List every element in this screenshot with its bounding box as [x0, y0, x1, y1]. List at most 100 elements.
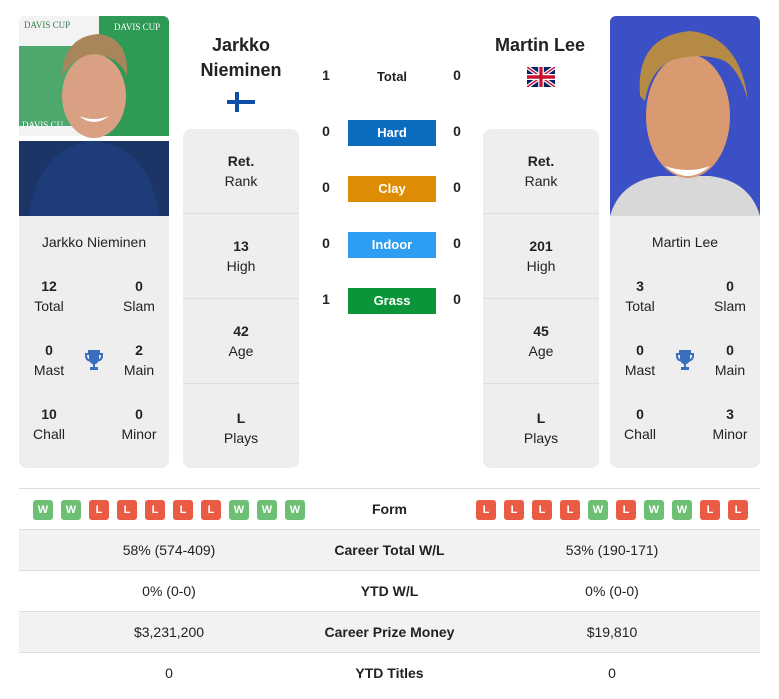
player2-form-badge-loss[interactable]: L [504, 499, 524, 520]
player2-form-badge-loss[interactable]: L [700, 499, 720, 520]
player1-form-badge-win[interactable]: W [285, 499, 305, 520]
svg-text:DAVIS CU: DAVIS CU [22, 120, 64, 130]
player1-form-badge-loss[interactable]: L [173, 499, 193, 520]
player2-form: LLLLWLWWLL [462, 489, 762, 530]
player2-form-badge-loss[interactable]: L [616, 499, 636, 520]
player1-career-wl: 58% (574-409) [122, 542, 216, 558]
player1-form-badge-loss[interactable]: L [201, 499, 221, 520]
h2h-total-p1: 1 [322, 67, 330, 83]
info-label: High [526, 258, 556, 274]
player2-age: 45 Age [483, 299, 599, 384]
player2-titles-chall: 0 Chall [610, 404, 670, 444]
player2-name[interactable]: Martin Lee [482, 33, 598, 58]
stat-label: Minor [121, 426, 157, 442]
trophy-icon [673, 348, 697, 372]
trophy-icon [82, 348, 106, 372]
player2-form-badge-loss[interactable]: L [728, 499, 748, 520]
stat-label: Main [714, 362, 746, 378]
player2-form-badge-win[interactable]: W [644, 499, 664, 520]
player1-titles-minor: 0 Minor [109, 404, 169, 444]
svg-text:DAVIS CUP: DAVIS CUP [24, 20, 70, 30]
stat-value: 12 [41, 278, 57, 294]
player1-form-badge-loss[interactable]: L [117, 499, 137, 520]
player1-card-name: Jarkko Nieminen [41, 234, 147, 250]
player1-high: 13 High [183, 214, 299, 299]
info-value: 42 [233, 323, 249, 339]
stat-label: Mast [624, 362, 656, 378]
info-label: Plays [223, 430, 259, 446]
prize-money-label: Career Prize Money [324, 624, 455, 640]
player1-form: WWLLLLLWWW [19, 489, 319, 530]
stat-label: Chall [624, 426, 656, 442]
player1-first-name: Jarkko [211, 35, 271, 55]
player2-high: 201 High [483, 214, 599, 299]
ytd-titles-row: 0 YTD Titles 0 [19, 652, 760, 693]
player1-form-badge-win[interactable]: W [229, 499, 249, 520]
player1-name[interactable]: Jarkko Nieminen [183, 33, 299, 83]
player2-titles-minor: 3 Minor [700, 404, 760, 444]
ytd-wl-row: 0% (0-0) YTD W/L 0% (0-0) [19, 570, 760, 611]
player2-ytd-titles: 0 [608, 665, 616, 681]
stat-value: 0 [45, 342, 53, 358]
surface-clay-button[interactable]: Clay [348, 176, 436, 202]
player1-form-badge-win[interactable]: W [33, 499, 53, 520]
united-kingdom-flag-icon [525, 65, 557, 89]
stat-value: 0 [726, 342, 734, 358]
career-wl-row: 58% (574-409) Career Total W/L 53% (190-… [19, 529, 760, 570]
player1-titles-total: 12 Total [19, 276, 79, 316]
player2-form-badge-win[interactable]: W [672, 499, 692, 520]
info-value: Ret. [227, 153, 255, 169]
player2-ytd-wl: 0% (0-0) [585, 583, 639, 599]
player1-form-badge-loss[interactable]: L [145, 499, 165, 520]
player1-form-badge-win[interactable]: W [61, 499, 81, 520]
player1-rank: Ret. Rank [183, 129, 299, 214]
player1-form-badge-loss[interactable]: L [89, 499, 109, 520]
player1-photo: DAVIS CUP DAVIS CUP DAVIS CU [19, 16, 169, 216]
form-row: WWLLLLLWWW Form LLLLWLWWLL [19, 488, 760, 529]
player2-titles-card: Martin Lee 3 Total 0 Slam 0 Mast 0 Main … [610, 216, 760, 468]
player1-titles-mast: 0 Mast [19, 340, 79, 380]
info-value: L [536, 410, 546, 426]
player2-form-badge-loss[interactable]: L [532, 499, 552, 520]
h2h-total-p2: 0 [453, 67, 461, 83]
h2h-clay-p1: 0 [322, 179, 330, 195]
career-wl-label: Career Total W/L [334, 542, 445, 558]
player1-titles-chall: 10 Chall [19, 404, 79, 444]
player2-form-badge-win[interactable]: W [588, 499, 608, 520]
form-label: Form [372, 501, 407, 517]
surface-grass-button[interactable]: Grass [348, 288, 436, 314]
h2h-hard-p1: 0 [322, 123, 330, 139]
player2-plays: L Plays [483, 384, 599, 469]
player1-form-badge-win[interactable]: W [257, 499, 277, 520]
info-label: Age [528, 343, 554, 359]
player2-titles-main: 0 Main [700, 340, 760, 380]
ytd-wl-label: YTD W/L [360, 583, 419, 599]
player1-prize-money: $3,231,200 [133, 624, 205, 640]
surface-indoor-button[interactable]: Indoor [348, 232, 436, 258]
stat-value: 0 [135, 406, 143, 422]
stat-label: Chall [33, 426, 65, 442]
stat-value: 0 [636, 342, 644, 358]
stat-label: Total [625, 298, 655, 314]
player2-titles-total: 3 Total [610, 276, 670, 316]
player1-titles-card: Jarkko Nieminen 12 Total 0 Slam 0 Mast 2… [19, 216, 169, 468]
player2-info-card: Ret. Rank 201 High 45 Age L Plays [483, 129, 599, 468]
info-value: 201 [529, 238, 553, 254]
player1-ytd-wl: 0% (0-0) [142, 583, 196, 599]
stat-value: 10 [41, 406, 57, 422]
info-value: Ret. [527, 153, 555, 169]
player2-form-badge-loss[interactable]: L [560, 499, 580, 520]
player2-form-badge-loss[interactable]: L [476, 499, 496, 520]
info-label: High [226, 258, 256, 274]
player1-plays: L Plays [183, 384, 299, 469]
stat-value: 0 [135, 278, 143, 294]
player2-card-name: Martin Lee [651, 234, 719, 250]
comparison-table: WWLLLLLWWW Form LLLLWLWWLL 58% (574-409)… [19, 488, 760, 693]
player2-rank: Ret. Rank [483, 129, 599, 214]
svg-text:DAVIS CUP: DAVIS CUP [114, 22, 160, 32]
player1-titles-slam: 0 Slam [109, 276, 169, 316]
h2h-hard-p2: 0 [453, 123, 461, 139]
info-label: Rank [224, 173, 258, 189]
stat-label: Mast [33, 362, 65, 378]
surface-hard-button[interactable]: Hard [348, 120, 436, 146]
